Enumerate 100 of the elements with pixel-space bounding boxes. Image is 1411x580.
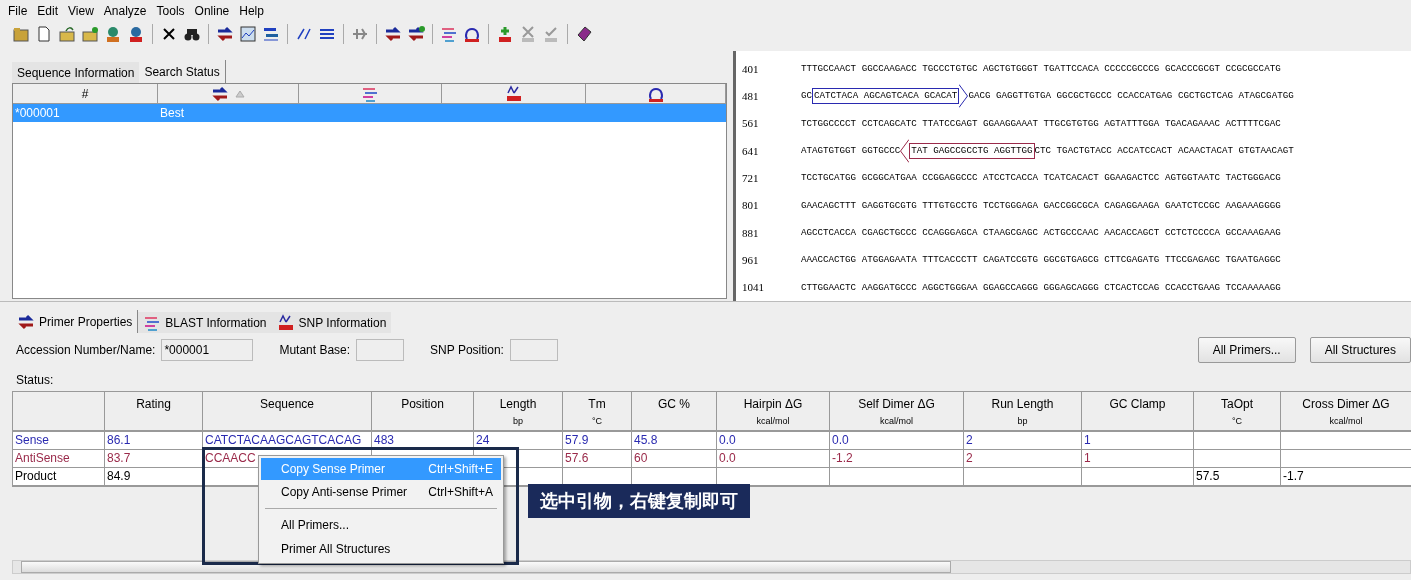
- tab[interactable]: SNP Information: [271, 312, 392, 333]
- button[interactable]: All Structures: [1309, 337, 1411, 363]
- primer-plus-icon[interactable]: [407, 25, 425, 43]
- table-cell: 24: [474, 432, 563, 450]
- table-cell: 0.0: [717, 450, 830, 468]
- input-field[interactable]: [509, 339, 558, 361]
- sequence-text: GACG GAGGTTGTGA GGCGCTGCCC CCACCATGAG CGCTGCTCAG ATAGCGATGG: [968, 90, 1294, 102]
- menu-item[interactable]: Copy Anti-sense Primer Ctrl+Shift+A: [261, 480, 501, 504]
- snp-icon[interactable]: [504, 84, 523, 103]
- column-header[interactable]: TaOpt °C: [1194, 392, 1281, 432]
- primer-arrows-icon[interactable]: [384, 25, 402, 43]
- menu-item[interactable]: File: [4, 3, 32, 18]
- table-cell: 57.6: [563, 450, 632, 468]
- menu-item[interactable]: All Primers...: [261, 513, 501, 537]
- table-cell: 84.9: [105, 468, 203, 486]
- column-header[interactable]: Sequence: [203, 392, 372, 432]
- column-header[interactable]: Hairpin ΔG kcal/mol: [717, 392, 830, 432]
- omega-icon[interactable]: [463, 25, 481, 43]
- annotation-callout: 选中引物，右键复制即可: [528, 484, 750, 518]
- menu-item[interactable]: Help: [235, 3, 268, 18]
- unit-label: °C: [591, 416, 603, 426]
- table-cell: 2: [964, 450, 1082, 468]
- column-header[interactable]: Tm °C: [563, 392, 632, 432]
- scrollbar[interactable]: [12, 560, 1411, 574]
- column-header[interactable]: [586, 84, 726, 104]
- snp-icon[interactable]: [276, 313, 295, 332]
- table-cell: 1: [1082, 432, 1194, 450]
- unit-label: bp: [513, 416, 523, 426]
- menu-item[interactable]: Tools: [152, 3, 189, 18]
- column-header[interactable]: [299, 84, 442, 104]
- button[interactable]: All Primers...: [1197, 337, 1296, 363]
- tab[interactable]: Sequence Information: [12, 62, 140, 83]
- line-number: 641: [742, 144, 760, 157]
- column-header[interactable]: #: [13, 84, 158, 104]
- column-header[interactable]: [158, 84, 299, 104]
- sequence-text: TCTGGCCCCT CCTCAGCATC TTATCCGAGT GGAAGGAAAT TTGCGTGTGG AGTATTTGGA TGACAGAAAC ACTTTTCGAC: [801, 117, 1281, 129]
- input-field[interactable]: *000001: [161, 339, 254, 361]
- column-header[interactable]: Run Length bp: [964, 392, 1082, 432]
- table-cell: 86.1: [105, 432, 203, 450]
- column-header[interactable]: Rating: [105, 392, 203, 432]
- field-label: SNP Position:: [430, 343, 504, 357]
- unit-label: bp: [1017, 416, 1028, 426]
- sequence-text: TTTGCCAACT GGCCAAGACC TGCCCTGTGC AGCTGTGGGT TGATTCCACA CCCCCGCCCG GCACCCGCGT CCGCGCCATG: [801, 63, 1281, 75]
- globe-icon[interactable]: [104, 25, 122, 43]
- column-header[interactable]: GC %: [632, 392, 717, 432]
- table-cell-text: Best: [159, 105, 185, 122]
- column-header[interactable]: Position: [372, 392, 474, 432]
- menu-item[interactable]: View: [64, 3, 98, 18]
- primer-arrows-icon[interactable]: [17, 312, 35, 331]
- sequence-text: TCCTGCATGG GCGGCATGAA CCGGAGGCCC ATCCTCACCA TCATCACACT GGAAGACTCC AGTGGTAATC TACTGGGACG: [801, 172, 1281, 184]
- table-cell: 2: [964, 432, 1082, 450]
- alignment-icon[interactable]: [262, 25, 280, 43]
- status-label: Status:: [15, 372, 55, 389]
- line-number: 881: [742, 226, 760, 239]
- folder-plus-icon[interactable]: [81, 25, 99, 43]
- menu-item[interactable]: Online: [190, 3, 234, 18]
- table-cell: 483: [372, 432, 474, 450]
- column-header[interactable]: Cross Dimer ΔG kcal/mol: [1281, 392, 1411, 432]
- menu-item[interactable]: Edit: [33, 3, 63, 18]
- table-cell: 45.8: [632, 432, 717, 450]
- sequence-text: ATAGTGTGGT GGTGCCC: [801, 145, 901, 157]
- table-cell: 60: [632, 450, 717, 468]
- globe-snp-icon[interactable]: [127, 25, 145, 43]
- line-number: 801: [742, 199, 760, 212]
- column-header[interactable]: [442, 84, 586, 104]
- table-cell: CATCTACAAGCAGTCACAG: [203, 432, 372, 450]
- column-header[interactable]: GC Clamp: [1082, 392, 1194, 432]
- unit-label: kcal/mol: [880, 416, 913, 426]
- snp-plus-icon[interactable]: [496, 25, 514, 43]
- sequence-text: AGCCTCACCA CGAGCTGCCC CCAGGGAGCA CTAAGCGAGC ACTGCCCAAC AACACCAGCT CCTCTCCCCA GCCAAAGAAG: [801, 227, 1281, 239]
- line-number: 721: [742, 171, 760, 184]
- primer-arrows-icon[interactable]: [211, 84, 229, 103]
- blast-bars-icon[interactable]: [440, 25, 458, 43]
- column-header[interactable]: Self Dimer ΔG kcal/mol: [830, 392, 964, 432]
- table-cell: -1.7: [1281, 468, 1411, 486]
- table-cell: 0.0: [830, 432, 964, 450]
- line-number: 961: [742, 253, 760, 266]
- table-cell: 1: [1082, 450, 1194, 468]
- menu-item[interactable]: Analyze: [99, 3, 151, 18]
- sequence-text: GAACAGCTTT GAGGTGCGTG TTTGTGCCTG TCCTGGGAGA GACCGGCGCA CAGAGGAAGA GAATCTCCGC AAGAAAGGGG: [801, 199, 1281, 211]
- folder-arrow-icon[interactable]: [58, 25, 76, 43]
- sequence-text: CTC TGACTGTACC ACCATCCACT ACAACTACAT GTGTAACAGT: [1034, 145, 1294, 157]
- sort-triangle-icon: [235, 89, 245, 98]
- column-header[interactable]: Length bp: [474, 392, 563, 432]
- line-number: 401: [742, 62, 760, 75]
- table-cell: 83.7: [105, 450, 203, 468]
- folder-icon[interactable]: [12, 25, 30, 43]
- menu-item[interactable]: Primer All Structures: [261, 537, 501, 561]
- input-field[interactable]: [356, 339, 405, 361]
- table-cell: AntiSense: [13, 450, 105, 468]
- snp-check-icon[interactable]: [542, 25, 560, 43]
- chart-window-icon[interactable]: [239, 25, 257, 43]
- table-cell: 0.0: [717, 432, 830, 450]
- tab[interactable]: BLAST Information: [138, 312, 272, 333]
- sequence-text: CTTGGAACTC AAGGATGCCC AGGCTGGGAA GGAGCCAGGG GGGAGCAGGG CTCACTCCAG CCACCTGAAG TCCAAAAAGG: [801, 281, 1281, 293]
- primer-arrows-icon[interactable]: [216, 25, 234, 43]
- document-icon[interactable]: [35, 25, 53, 43]
- table-cell: 57.9: [563, 432, 632, 450]
- table-cell-text: *000001: [14, 105, 61, 122]
- table-cell: 57.5: [1194, 468, 1281, 486]
